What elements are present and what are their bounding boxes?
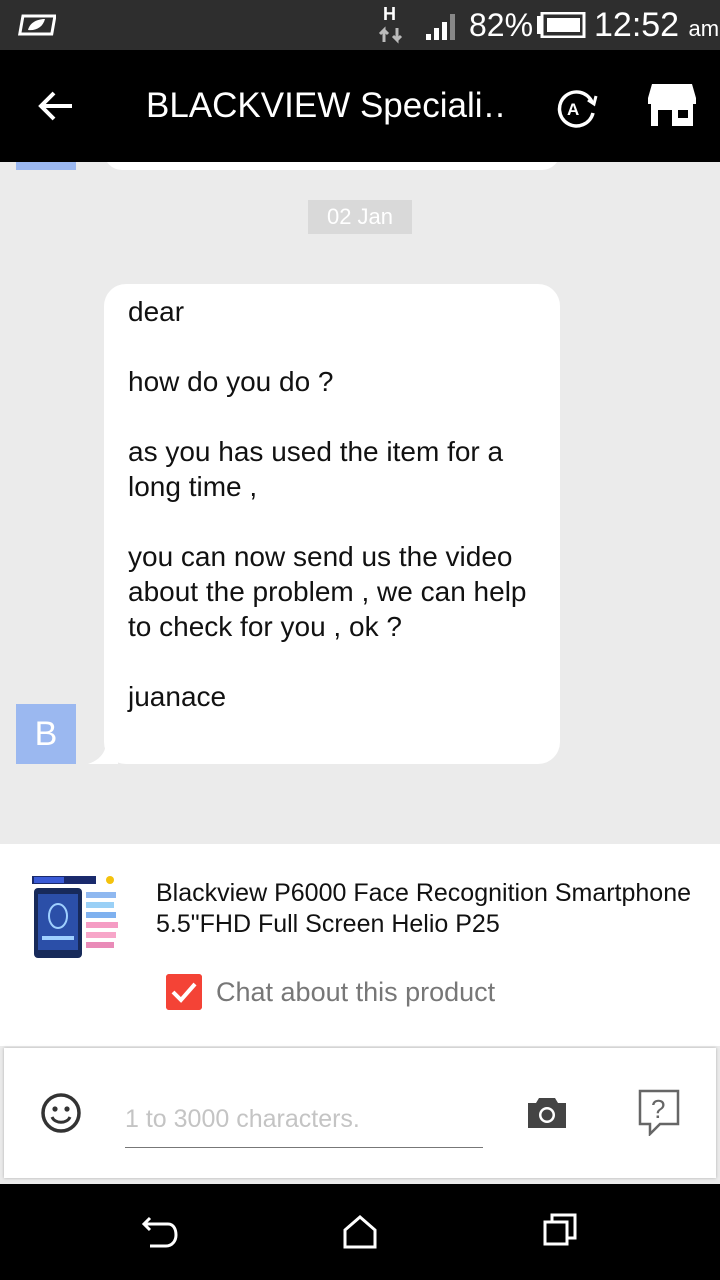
product-card[interactable]: Blackview P6000 Face Recognition Smartph… bbox=[0, 844, 720, 1046]
composer-bar: ? bbox=[4, 1048, 716, 1178]
chat-about-label[interactable]: Chat about this product bbox=[216, 974, 495, 1010]
clock: 12:52 am bbox=[594, 6, 719, 48]
camera-icon[interactable] bbox=[526, 1094, 568, 1130]
leaf-icon bbox=[18, 14, 56, 36]
battery-icon bbox=[537, 12, 586, 38]
avatar bbox=[16, 162, 76, 170]
message-bubble bbox=[104, 162, 560, 170]
message-input[interactable] bbox=[125, 1092, 483, 1148]
svg-text:A: A bbox=[567, 100, 579, 119]
help-icon[interactable]: ? bbox=[636, 1088, 682, 1136]
date-separator: 02 Jan bbox=[308, 200, 412, 234]
store-icon[interactable] bbox=[646, 82, 698, 128]
nav-recents-icon[interactable] bbox=[542, 1212, 578, 1248]
product-thumbnail[interactable] bbox=[30, 874, 122, 962]
product-title[interactable]: Blackview P6000 Face Recognition Smartph… bbox=[156, 878, 696, 940]
nav-back-icon[interactable] bbox=[140, 1214, 180, 1250]
chat-area[interactable]: 02 Jan dear how do you do ? as you has u… bbox=[0, 162, 720, 844]
svg-text:?: ? bbox=[651, 1094, 665, 1124]
back-arrow-icon[interactable] bbox=[30, 80, 82, 132]
clock-time: 12:52 bbox=[594, 6, 680, 44]
emoji-icon[interactable] bbox=[40, 1092, 82, 1134]
chat-title: BLACKVIEW Speciali… bbox=[146, 86, 506, 125]
nav-home-icon[interactable] bbox=[342, 1214, 378, 1250]
data-arrows-icon: H bbox=[378, 4, 403, 44]
clock-ampm: am bbox=[688, 16, 720, 41]
translate-icon[interactable]: A bbox=[552, 84, 600, 132]
chat-about-checkbox[interactable] bbox=[166, 974, 202, 1010]
battery-percent: 82% bbox=[469, 7, 534, 43]
system-nav-bar bbox=[0, 1184, 720, 1280]
signal-icon bbox=[426, 14, 455, 40]
svg-text:H: H bbox=[383, 4, 396, 24]
status-bar: H 82% 12:52 am bbox=[0, 0, 720, 50]
avatar[interactable]: B bbox=[16, 704, 76, 764]
message-bubble[interactable]: dear how do you do ? as you has used the… bbox=[104, 284, 560, 764]
app-bar: BLACKVIEW Speciali… A bbox=[0, 50, 720, 162]
